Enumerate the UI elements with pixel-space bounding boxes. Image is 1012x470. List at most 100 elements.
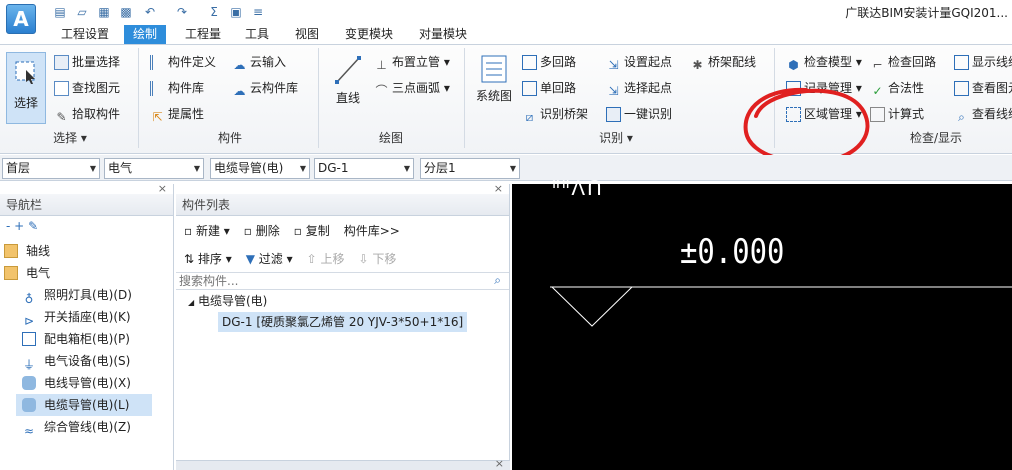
system-diagram-label: 系统图 bbox=[475, 89, 512, 103]
three-point-arc-button[interactable]: ⌒ 三点画弧 ▾ bbox=[374, 78, 449, 98]
legality-button[interactable]: ✓ 合法性 bbox=[870, 78, 924, 98]
search-input[interactable] bbox=[176, 273, 476, 289]
delete-button[interactable]: ▫ 删除 bbox=[244, 222, 280, 239]
nav-item-switch-socket[interactable]: ⊳ 开关插座(电)(K) bbox=[0, 306, 173, 328]
cloud-input-label: 云输入 bbox=[250, 55, 287, 69]
library-link[interactable]: 构件库>> bbox=[344, 222, 400, 239]
component-select[interactable]: DG-1 ▼ bbox=[314, 158, 414, 179]
layer-value: 分层1 bbox=[424, 161, 456, 175]
delete-label: 删除 bbox=[255, 223, 280, 238]
tab-project-settings[interactable]: 工程设置 bbox=[52, 25, 118, 44]
bim-icon[interactable]: ▩ bbox=[118, 4, 134, 20]
nav-item-label: 综合管线(电)(Z) bbox=[44, 420, 131, 434]
find-element-button[interactable]: 查找图元 bbox=[54, 78, 120, 98]
nav-item-lighting[interactable]: ♁ 照明灯具(电)(D) bbox=[0, 284, 173, 306]
close-icon[interactable]: × bbox=[158, 182, 167, 195]
move-up-button[interactable]: ⇧ 上移 bbox=[307, 250, 345, 267]
new-icon[interactable]: ▦ bbox=[96, 4, 112, 20]
formula-button[interactable]: 计算式 bbox=[870, 104, 924, 124]
new-button[interactable]: ▫ 新建 ▾ bbox=[184, 222, 230, 239]
sum-icon[interactable]: Σ bbox=[206, 4, 222, 20]
device-icon: ⏚ bbox=[22, 358, 35, 372]
undo-icon[interactable]: ↶ bbox=[142, 4, 158, 20]
tab-compare-module[interactable]: 对量模块 bbox=[410, 25, 476, 44]
cloud-library-button[interactable]: ☁ 云构件库 bbox=[232, 78, 299, 98]
place-riser-button[interactable]: ⊥ 布置立管 ▾ bbox=[374, 52, 450, 72]
nav-item-electrical[interactable]: 电气 bbox=[0, 262, 173, 284]
specialty-select[interactable]: 电气 ▼ bbox=[104, 158, 204, 179]
tab-change-module[interactable]: 变更模块 bbox=[336, 25, 402, 44]
save-icon[interactable]: ▤ bbox=[52, 4, 68, 20]
tab-tools[interactable]: 工具 bbox=[236, 25, 278, 44]
drawing-canvas[interactable]: ᐦᐦᐱᑎ ±0.000 bbox=[512, 176, 1012, 470]
multi-circuit-button[interactable]: 多回路 bbox=[522, 52, 576, 72]
close-icon[interactable]: × bbox=[495, 457, 504, 470]
select-button[interactable]: 选择 bbox=[6, 52, 46, 124]
search-icon[interactable]: ⌕ bbox=[494, 273, 501, 288]
nav-item-pipeline[interactable]: ≈ 综合管线(电)(Z) bbox=[0, 416, 173, 438]
cube-icon: ⬢ bbox=[788, 57, 799, 72]
type-select[interactable]: 电缆导管(电) ▼ bbox=[210, 158, 310, 179]
floor-select[interactable]: 首层 ▼ bbox=[2, 158, 100, 179]
arc-icon: ⌒ bbox=[375, 83, 388, 98]
formula-label: 计算式 bbox=[888, 107, 925, 121]
choose-start-button[interactable]: ⇲ 选择起点 bbox=[606, 78, 672, 98]
line-button[interactable]: 直线 bbox=[330, 54, 366, 114]
disk-icon[interactable]: ▣ bbox=[228, 4, 244, 20]
show-cable-button[interactable]: 显示线缆 bbox=[954, 52, 1012, 72]
tray-wiring-button[interactable]: ✱ 桥架配线 bbox=[690, 52, 756, 72]
floor-value: 首层 bbox=[6, 161, 31, 175]
tree-item-dg1[interactable]: DG-1 [硬质聚氯乙烯管 20 YJV-3*50+1*16] bbox=[218, 312, 468, 332]
copy-button[interactable]: ▫ 复制 bbox=[294, 222, 330, 239]
collapse-icon[interactable]: - bbox=[6, 219, 10, 233]
tray-wiring-label: 桥架配线 bbox=[708, 55, 757, 69]
extract-icon: ⇱ bbox=[152, 109, 163, 124]
expand-icon[interactable]: + bbox=[14, 219, 24, 233]
list-toolbar-1: ▫ 新建 ▾ ▫ 删除 ▫ 复制 构件库>> bbox=[176, 216, 509, 244]
layer-select[interactable]: 分层1 ▼ bbox=[420, 158, 520, 179]
cloud-input-button[interactable]: ☁ 云输入 bbox=[232, 52, 287, 72]
extract-attr-button[interactable]: ⇱ 提属性 bbox=[150, 104, 204, 124]
group-label-component: 构件 bbox=[217, 131, 242, 145]
close-icon[interactable]: × bbox=[494, 182, 503, 195]
batch-select-icon bbox=[54, 54, 69, 70]
show-cable-icon bbox=[954, 54, 969, 70]
move-down-button[interactable]: ⇩ 下移 bbox=[359, 250, 397, 267]
tree-root[interactable]: ◢ 电缆导管(电) bbox=[176, 290, 509, 312]
nav-item-label: 开关插座(电)(K) bbox=[44, 310, 131, 324]
group-label-identify: 识别 ▾ bbox=[599, 131, 633, 145]
switch-icon: ⊳ bbox=[23, 314, 35, 328]
tab-draw[interactable]: 绘制 bbox=[124, 25, 167, 44]
identify-tray-button[interactable]: ⧄ 识别桥架 bbox=[522, 104, 588, 124]
redo-icon[interactable]: ↷ bbox=[174, 4, 190, 20]
nav-item-wire-conduit[interactable]: 电线导管(电)(X) bbox=[0, 372, 173, 394]
menu-icon[interactable]: ≡ bbox=[250, 4, 266, 20]
list-toolbar-2: ⇅ 排序 ▾ ▼ 过滤 ▾ ⇧ 上移 ⇩ 下移 bbox=[176, 244, 509, 272]
collapse-arrow-icon[interactable]: ◢ bbox=[188, 298, 194, 307]
filter-button[interactable]: ▼ 过滤 ▾ bbox=[246, 250, 293, 267]
nav-item-electrical-device[interactable]: ⏚ 电气设备(电)(S) bbox=[0, 350, 173, 372]
open-icon[interactable]: ▱ bbox=[74, 4, 90, 20]
component-library-button[interactable]: 构件库 bbox=[150, 78, 204, 98]
check-circuit-button[interactable]: ⌐ 检查回路 bbox=[870, 52, 936, 72]
one-click-identify-button[interactable]: 一键识别 bbox=[606, 104, 672, 124]
lamp-icon: ♁ bbox=[24, 292, 34, 306]
set-start-button[interactable]: ⇲ 设置起点 bbox=[606, 52, 672, 72]
check-model-button[interactable]: ⬢ 检查模型 ▾ bbox=[786, 52, 862, 72]
sort-button[interactable]: ⇅ 排序 ▾ bbox=[184, 250, 232, 267]
edit-icon[interactable]: ✎ bbox=[28, 219, 38, 233]
pick-component-button[interactable]: ✎ 拾取构件 bbox=[54, 104, 120, 124]
component-define-button[interactable]: 构件定义 bbox=[150, 52, 216, 72]
view-element-button[interactable]: 查看图元 bbox=[954, 78, 1012, 98]
batch-select-button[interactable]: 批量选择 bbox=[54, 52, 120, 72]
system-diagram-button[interactable]: 系统图 bbox=[474, 54, 514, 114]
nav-item-distribution-box[interactable]: 配电箱柜(电)(P) bbox=[0, 328, 173, 350]
view-cable-button[interactable]: ⌕ 查看线缆 bbox=[954, 104, 1012, 124]
riser-icon: ⊥ bbox=[376, 57, 387, 72]
nav-item-cable-conduit[interactable]: 电缆导管(电)(L) bbox=[16, 394, 152, 416]
tab-quantity[interactable]: 工程量 bbox=[176, 25, 230, 44]
app-logo[interactable]: A bbox=[6, 4, 36, 34]
nav-item-axis[interactable]: 轴线 bbox=[0, 240, 173, 262]
single-circuit-button[interactable]: 单回路 bbox=[522, 78, 576, 98]
tab-view[interactable]: 视图 bbox=[286, 25, 328, 44]
